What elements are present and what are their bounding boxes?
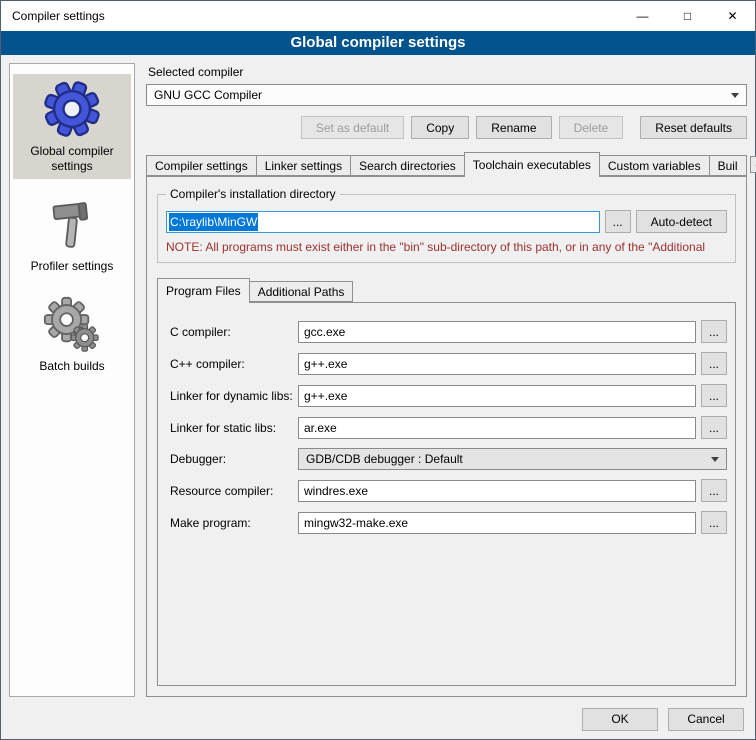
set-as-default-button[interactable]: Set as default [301,116,404,139]
field-row-linker-static: Linker for static libs: ... [170,416,727,439]
content-area: Global compiler settings Profiler settin… [1,55,755,699]
installation-directory-row: C:\raylib\MinGW ... Auto-detect [166,210,727,233]
window-title: Compiler settings [1,9,105,23]
field-row-resource-compiler: Resource compiler: ... [170,479,727,502]
tab-additional-paths[interactable]: Additional Paths [249,281,354,302]
debugger-select-value: GDB/CDB debugger : Default [306,452,463,466]
cpp-compiler-input[interactable] [298,353,696,375]
field-row-c-compiler: C compiler: ... [170,320,727,343]
program-files-panel: C compiler: ... C++ compiler: ... Linker… [157,302,736,686]
resource-compiler-input[interactable] [298,480,696,502]
sidebar-item-label: Profiler settings [31,259,114,274]
install-dir-input[interactable]: C:\raylib\MinGW [166,211,600,233]
cpp-compiler-browse-button[interactable]: ... [701,352,727,375]
field-row-linker-dynamic: Linker for dynamic libs: ... [170,384,727,407]
linker-dynamic-browse-button[interactable]: ... [701,384,727,407]
tab-toolchain-executables[interactable]: Toolchain executables [464,152,600,177]
tab-custom-variables[interactable]: Custom variables [599,155,710,176]
field-row-make-program: Make program: ... [170,511,727,534]
tab-scroll-left-icon[interactable]: ◀ [750,156,756,173]
sidebar: Global compiler settings Profiler settin… [9,63,135,697]
profiler-icon [43,196,101,254]
delete-button[interactable]: Delete [559,116,624,139]
field-row-debugger: Debugger: GDB/CDB debugger : Default [170,448,727,470]
page-title: Global compiler settings [1,31,755,55]
titlebar: Compiler settings — □ ✕ [1,1,755,31]
installation-directory-group-title: Compiler's installation directory [166,187,340,201]
make-program-input[interactable] [298,512,696,534]
install-dir-browse-button[interactable]: ... [605,210,631,233]
c-compiler-input[interactable] [298,321,696,343]
maximize-icon[interactable]: □ [665,1,710,31]
linker-static-label: Linker for static libs: [170,421,298,435]
tab-program-files[interactable]: Program Files [157,278,250,303]
debugger-select[interactable]: GDB/CDB debugger : Default [298,448,727,470]
cpp-compiler-label: C++ compiler: [170,357,298,371]
installation-directory-group: Compiler's installation directory C:\ray… [157,194,736,263]
sidebar-item-label: Global compiler settings [15,144,129,174]
window-controls: — □ ✕ [620,1,755,31]
close-icon[interactable]: ✕ [710,1,755,31]
resource-compiler-label: Resource compiler: [170,484,298,498]
ok-button[interactable]: OK [582,708,658,731]
auto-detect-button[interactable]: Auto-detect [636,210,727,233]
make-program-browse-button[interactable]: ... [701,511,727,534]
minimize-icon[interactable]: — [620,1,665,31]
linker-dynamic-input[interactable] [298,385,696,407]
c-compiler-label: C compiler: [170,325,298,339]
compiler-actions: Set as default Copy Rename Delete Reset … [146,116,747,139]
resource-compiler-browse-button[interactable]: ... [701,479,727,502]
sidebar-item-profiler-settings[interactable]: Profiler settings [13,191,131,279]
linker-static-input[interactable] [298,417,696,439]
settings-tab-bar: Compiler settings Linker settings Search… [146,152,747,176]
gear-icon [42,79,102,139]
install-dir-selected-text: C:\raylib\MinGW [169,213,258,231]
make-program-label: Make program: [170,516,298,530]
chevron-down-icon [731,93,739,98]
sidebar-item-label: Batch builds [39,359,104,374]
program-files-tab-bar: Program Files Additional Paths [157,278,736,302]
dialog-footer: OK Cancel [1,699,755,739]
field-row-cpp-compiler: C++ compiler: ... [170,352,727,375]
linker-dynamic-label: Linker for dynamic libs: [170,389,298,403]
chevron-down-icon [711,457,719,462]
sidebar-item-global-compiler-settings[interactable]: Global compiler settings [13,74,131,179]
note-text: NOTE: All programs must exist either in … [166,240,727,254]
reset-defaults-button[interactable]: Reset defaults [640,116,747,139]
debugger-label: Debugger: [170,452,298,466]
copy-button[interactable]: Copy [411,116,469,139]
tab-compiler-settings[interactable]: Compiler settings [146,155,257,176]
cancel-button[interactable]: Cancel [668,708,744,731]
linker-static-browse-button[interactable]: ... [701,416,727,439]
compiler-select-value: GNU GCC Compiler [154,88,262,102]
compiler-select[interactable]: GNU GCC Compiler [146,84,747,106]
sidebar-item-batch-builds[interactable]: Batch builds [13,291,131,379]
tab-linker-settings[interactable]: Linker settings [256,155,351,176]
c-compiler-browse-button[interactable]: ... [701,320,727,343]
tab-scroll-controls: ◀ ▶ [746,156,756,176]
toolchain-executables-panel: Compiler's installation directory C:\ray… [146,176,747,697]
selected-compiler-label: Selected compiler [148,65,747,79]
rename-button[interactable]: Rename [476,116,551,139]
main-area: Selected compiler GNU GCC Compiler Set a… [146,63,747,697]
tab-build-options-truncated[interactable]: Buil [709,155,747,176]
batch-builds-icon [43,296,101,354]
tab-search-directories[interactable]: Search directories [350,155,465,176]
compiler-settings-window: Compiler settings — □ ✕ Global compiler … [0,0,756,740]
